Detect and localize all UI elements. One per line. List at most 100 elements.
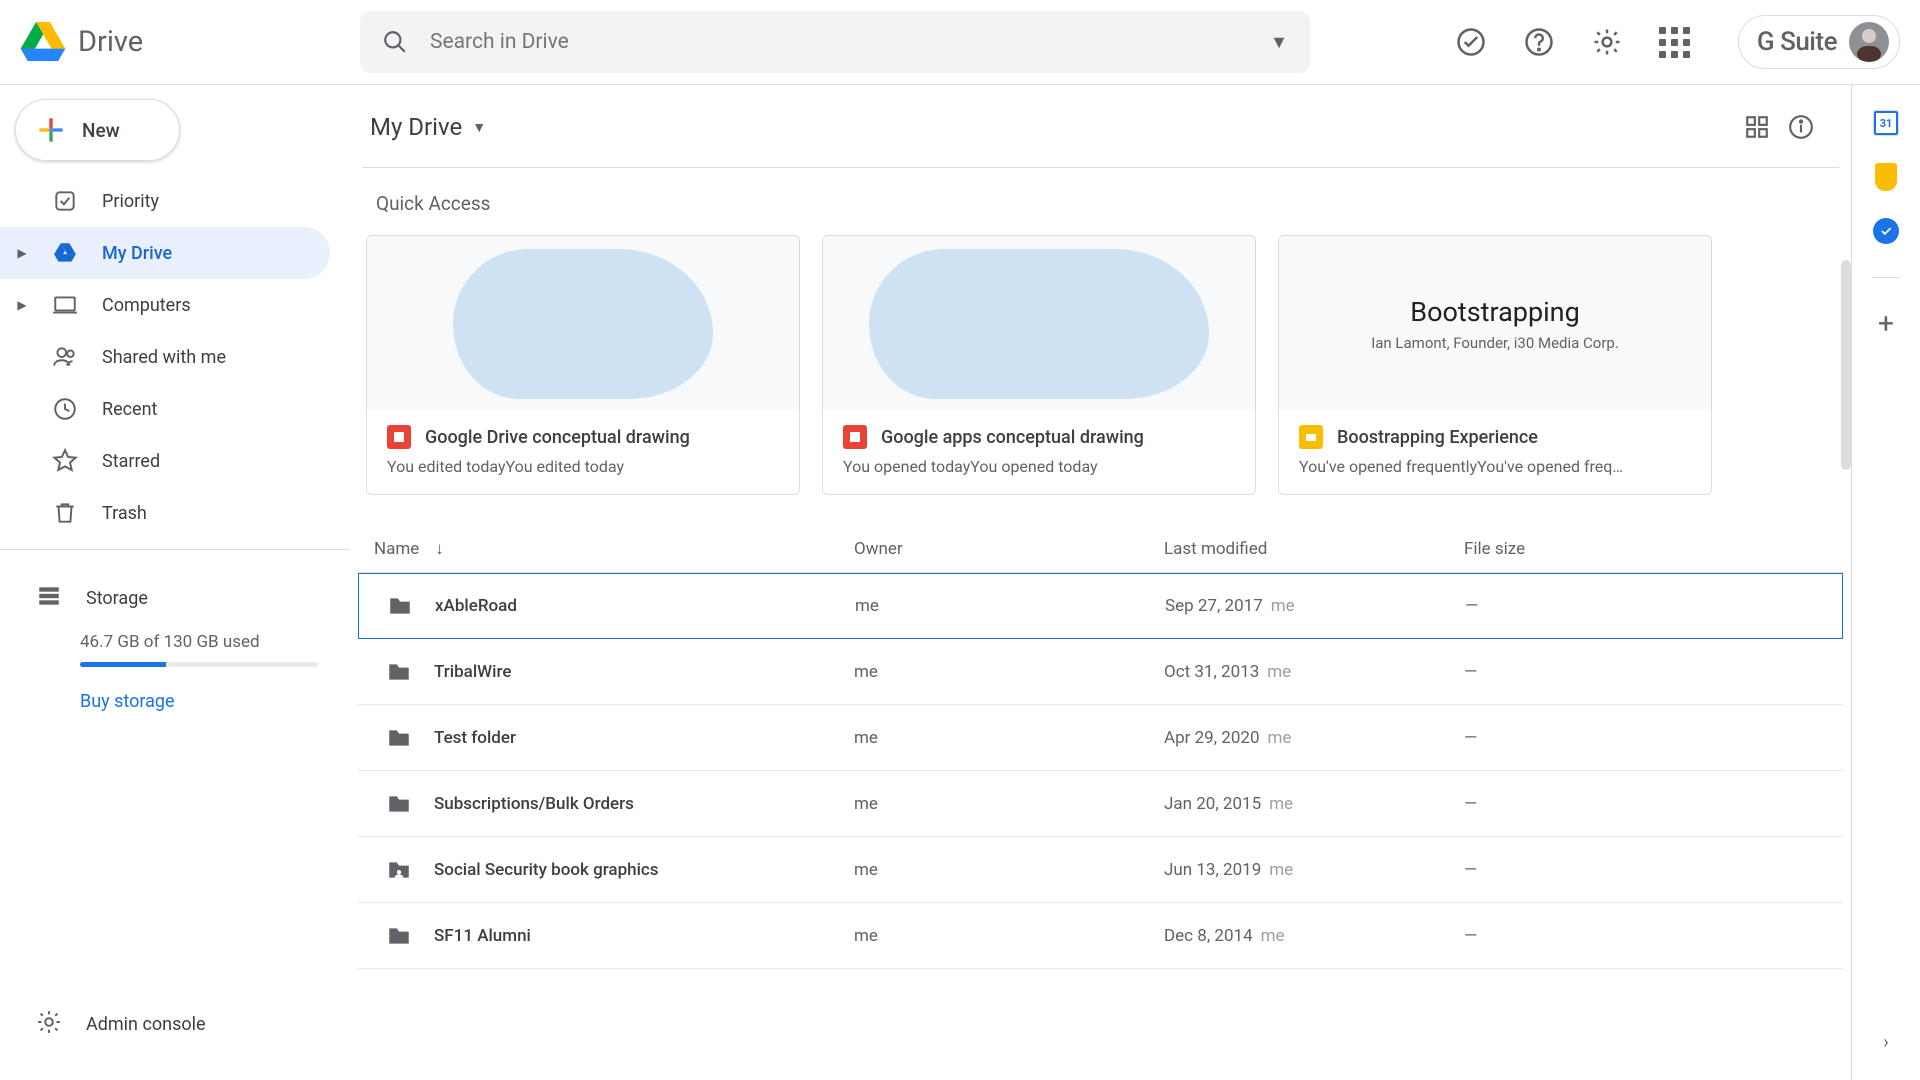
quick-access-heading: Quick Access (350, 168, 1851, 235)
sidebar-item-computers[interactable]: ▶ Computers (0, 279, 330, 331)
thumbnail (367, 236, 799, 411)
modified-cell: Oct 31, 2013me (1164, 662, 1464, 682)
sidebar-item-storage[interactable]: Storage (16, 572, 326, 624)
table-row[interactable]: Test foldermeApr 29, 2020me— (358, 705, 1843, 771)
owner-cell: me (854, 728, 1164, 748)
nav-label: Shared with me (102, 347, 226, 368)
owner-cell: me (854, 926, 1164, 946)
quick-access-card[interactable]: Bootstrapping Ian Lamont, Founder, i30 M… (1278, 235, 1712, 495)
settings-gear-icon[interactable] (1584, 19, 1630, 65)
side-rail: 31 + › (1852, 85, 1920, 1080)
new-button[interactable]: New (15, 99, 180, 161)
sidebar: New Priority ▶ My Drive ▶ Computers Sha (0, 85, 350, 1080)
new-button-label: New (82, 119, 120, 142)
header-actions: G Suite (1448, 15, 1900, 69)
tasks-addon-icon[interactable] (1872, 217, 1900, 245)
folder-icon (386, 791, 412, 817)
sidebar-item-recent[interactable]: Recent (0, 383, 330, 435)
divider (0, 549, 350, 550)
table-row[interactable]: SF11 Alumni meDec 8, 2014me— (358, 903, 1843, 969)
slide-title: Bootstrapping (1410, 296, 1580, 328)
nav-label: Recent (102, 399, 157, 420)
breadcrumb-label: My Drive (370, 113, 462, 141)
breadcrumb[interactable]: My Drive ▼ (370, 113, 486, 141)
computers-icon (52, 292, 78, 318)
column-name[interactable]: Name ↓ (374, 539, 854, 559)
size-cell: — (1464, 728, 1827, 748)
expand-caret-icon[interactable]: ▶ (16, 246, 28, 260)
folder-icon (386, 725, 412, 751)
file-name: Google Drive conceptual drawing (425, 427, 690, 448)
buy-storage-link[interactable]: Buy storage (80, 691, 175, 712)
scrollbar[interactable] (1841, 260, 1851, 470)
table-row[interactable]: xAbleRoadmeSep 27, 2017me— (358, 573, 1843, 639)
details-info-icon[interactable] (1779, 105, 1823, 149)
quick-access-card[interactable]: Google Drive conceptual drawing You edit… (366, 235, 800, 495)
table-row[interactable]: Social Security book graphicsmeJun 13, 2… (358, 837, 1843, 903)
search-input[interactable] (430, 30, 1248, 54)
size-cell: — (1464, 926, 1827, 946)
drawing-file-icon (843, 425, 867, 449)
plus-icon: + (1878, 310, 1894, 338)
size-cell: — (1465, 596, 1826, 616)
gsuite-label: G Suite (1757, 27, 1837, 57)
drawing-file-icon (387, 425, 411, 449)
file-name: xAbleRoad (435, 596, 517, 616)
header: Drive ▼ G Suite (0, 0, 1920, 85)
main-content: My Drive ▼ Quick Access Google Drive con… (350, 85, 1852, 1080)
column-modified[interactable]: Last modified (1164, 539, 1464, 559)
storage-usage-text: 46.7 GB of 130 GB used (80, 632, 326, 652)
thumbnail (823, 236, 1255, 411)
sidebar-item-my-drive[interactable]: ▶ My Drive (0, 227, 330, 279)
modified-cell: Dec 8, 2014me (1164, 926, 1464, 946)
modified-cell: Jan 20, 2015me (1164, 794, 1464, 814)
nav-label: Starred (102, 451, 160, 472)
apps-grid-icon[interactable] (1652, 19, 1698, 65)
size-cell: — (1464, 662, 1827, 682)
divider (1872, 277, 1900, 278)
nav-label: Priority (102, 191, 159, 212)
table-header: Name ↓ Owner Last modified File size (358, 525, 1843, 573)
logo-area[interactable]: Drive (20, 22, 360, 62)
expand-caret-icon[interactable]: ▶ (16, 298, 28, 312)
owner-cell: me (855, 596, 1165, 616)
file-table: Name ↓ Owner Last modified File size xAb… (350, 525, 1851, 969)
size-cell: — (1464, 860, 1827, 880)
file-name: Subscriptions/Bulk Orders (434, 794, 634, 814)
admin-gear-icon (36, 1009, 62, 1040)
recent-icon (52, 396, 78, 422)
folder-icon (386, 923, 412, 949)
column-size[interactable]: File size (1464, 539, 1827, 559)
plus-icon (36, 115, 66, 145)
drive-logo-icon (20, 22, 66, 62)
sidebar-item-trash[interactable]: Trash (0, 487, 330, 539)
slides-file-icon (1299, 425, 1323, 449)
column-owner[interactable]: Owner (854, 539, 1164, 559)
offline-status-icon[interactable] (1448, 19, 1494, 65)
sidebar-item-shared[interactable]: Shared with me (0, 331, 330, 383)
table-row[interactable]: Subscriptions/Bulk OrdersmeJan 20, 2015m… (358, 771, 1843, 837)
nav-label: Storage (86, 588, 148, 609)
gsuite-account-pill[interactable]: G Suite (1738, 15, 1900, 69)
star-icon (52, 448, 78, 474)
sidebar-item-priority[interactable]: Priority (0, 175, 330, 227)
help-icon[interactable] (1516, 19, 1562, 65)
file-name: SF11 Alumni (434, 926, 531, 946)
sort-arrow-down-icon: ↓ (435, 539, 444, 559)
nav-label: My Drive (102, 243, 172, 264)
quick-access-card[interactable]: Google apps conceptual drawing You opene… (822, 235, 1256, 495)
add-addon-button[interactable]: + (1872, 310, 1900, 338)
search-options-caret-icon[interactable]: ▼ (1270, 32, 1288, 53)
sidebar-item-admin-console[interactable]: Admin console (0, 998, 350, 1050)
file-name: Google apps conceptual drawing (881, 427, 1144, 448)
storage-icon (36, 583, 62, 614)
search-bar[interactable]: ▼ (360, 11, 1310, 73)
sidebar-item-starred[interactable]: Starred (0, 435, 330, 487)
collapse-rail-chevron-icon[interactable]: › (1866, 1022, 1906, 1062)
table-row[interactable]: TribalWiremeOct 31, 2013me— (358, 639, 1843, 705)
avatar[interactable] (1849, 22, 1889, 62)
keep-addon-icon[interactable] (1872, 163, 1900, 191)
folder-icon (386, 659, 412, 685)
layout-grid-toggle[interactable] (1735, 105, 1779, 149)
calendar-addon-icon[interactable]: 31 (1872, 109, 1900, 137)
